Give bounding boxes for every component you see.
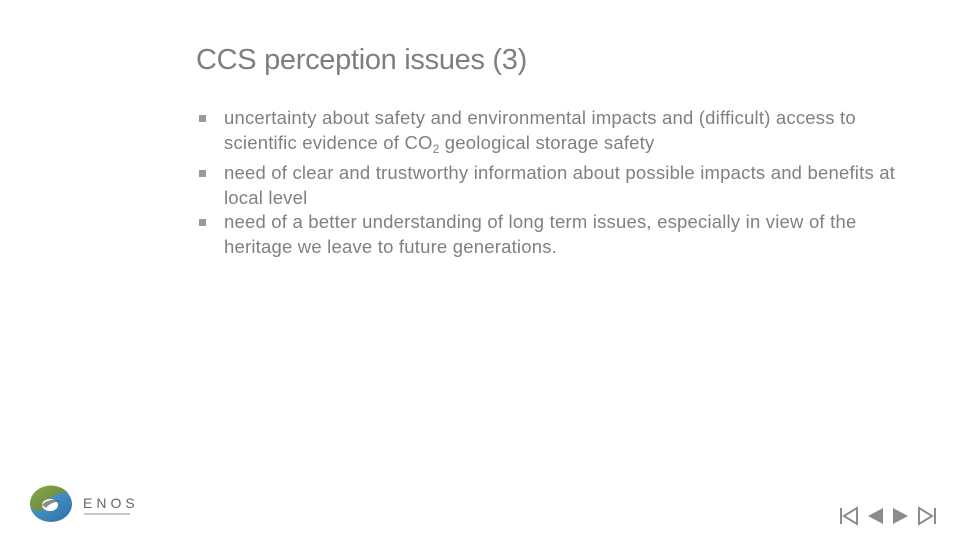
bullet-text: need of a better understanding of long t…: [224, 211, 857, 257]
bullet-item: need of a better understanding of long t…: [198, 210, 918, 259]
square-bullet-icon: [199, 219, 206, 226]
triangle-right-icon: [893, 508, 908, 524]
slide-title: CCS perception issues (3): [196, 44, 527, 76]
bullet-list: uncertainty about safety and environment…: [198, 106, 918, 259]
bullet-item: need of clear and trustworthy informatio…: [198, 161, 918, 210]
skip-to-first-icon: [840, 506, 858, 526]
last-slide-button[interactable]: [916, 505, 938, 527]
logo-name: ENOS: [83, 495, 139, 511]
bullet-item: uncertainty about safety and environment…: [198, 106, 918, 161]
slide-navigation: [838, 505, 938, 527]
enos-logo: ENOS: [28, 484, 138, 526]
enos-logo-mark-icon: [29, 485, 72, 522]
square-bullet-icon: [199, 170, 206, 177]
square-bullet-icon: [199, 115, 206, 122]
bullet-text-part: geological storage safety: [439, 131, 655, 153]
first-slide-button[interactable]: [838, 505, 860, 527]
logo-tagline: [84, 513, 130, 515]
skip-to-last-icon: [918, 506, 936, 526]
triangle-left-icon: [868, 508, 883, 524]
previous-slide-button[interactable]: [864, 505, 886, 527]
bullet-text: need of clear and trustworthy informatio…: [224, 162, 896, 208]
next-slide-button[interactable]: [890, 505, 912, 527]
